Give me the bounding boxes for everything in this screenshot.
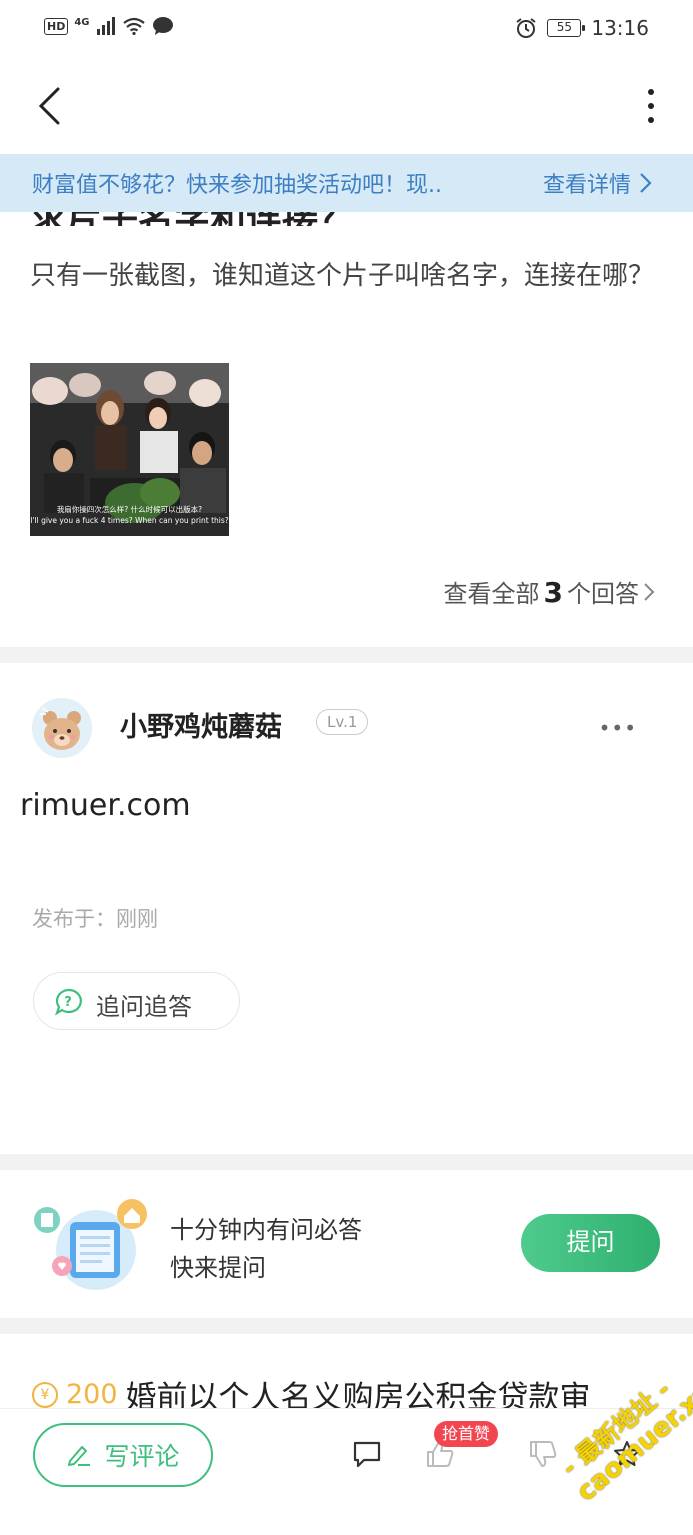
status-left: HD 4G: [44, 16, 174, 36]
battery-indicator: 55: [547, 19, 586, 37]
level-badge: Lv.1: [316, 709, 369, 735]
pencil-icon: [68, 1446, 91, 1466]
status-bar: HD 4G 55 13:16: [0, 0, 693, 60]
banner-message: 财富值不够花？快来参加抽奖活动吧！现..: [32, 173, 442, 198]
back-arrow-icon[interactable]: [36, 86, 66, 126]
view-all-answers-link[interactable]: 查看全部 3 个回答: [444, 574, 655, 609]
section-divider: [0, 1154, 693, 1170]
chevron-right-icon: [640, 173, 652, 193]
followup-button[interactable]: ? 追问追答: [33, 972, 240, 1030]
wifi-icon: [122, 17, 145, 35]
svg-text:?: ?: [64, 995, 72, 1010]
ask-illustration-icon: [34, 1199, 147, 1290]
ask-headline: 十分钟内有问必答: [170, 1216, 362, 1244]
comment-icon[interactable]: [352, 1439, 382, 1469]
answerer-name[interactable]: 小野鸡炖蘑菇: [120, 705, 282, 744]
coin-icon: ¥: [32, 1381, 58, 1408]
answer-more-button[interactable]: •••: [599, 716, 637, 740]
followup-label: 追问追答: [96, 993, 192, 1021]
answer-content: rimuer.com: [20, 788, 191, 823]
view-all-suffix: 个回答: [567, 580, 639, 608]
image-subtitle-cn: 我扇你操四次怎么样? 什么时候可以出版本?: [56, 505, 203, 514]
write-comment-button[interactable]: 写评论: [33, 1423, 213, 1487]
question-image[interactable]: 我扇你操四次怎么样? 什么时候可以出版本? I'll give you a fu…: [30, 363, 229, 536]
reward-amount: 200: [66, 1379, 118, 1410]
more-vertical-icon[interactable]: [647, 88, 655, 124]
ask-button[interactable]: 提问: [521, 1214, 660, 1272]
image-subtitle-en: I'll give you a fuck 4 times? When can y…: [30, 516, 229, 525]
message-icon: [152, 17, 173, 35]
question-bubble-icon: ?: [55, 988, 82, 1016]
write-comment-label: 写评论: [104, 1442, 180, 1471]
signal-icon: [96, 17, 115, 35]
bear-avatar-icon: [32, 698, 92, 758]
question-body: 只有一张截图，谁知道这个片子叫啥名字，连接在哪？: [30, 261, 655, 291]
ask-question-card: 十分钟内有问必答 快来提问 提问: [0, 1170, 693, 1318]
hd-indicator: HD: [44, 17, 69, 35]
publish-time: 发布于：刚刚: [32, 907, 158, 931]
chevron-right-icon: [644, 583, 655, 601]
section-divider: [0, 647, 693, 663]
banner-link-label: 查看详情: [542, 173, 631, 198]
banner-detail-link[interactable]: 查看详情: [543, 167, 653, 199]
view-all-prefix: 查看全部: [443, 580, 540, 608]
ask-subline: 快来提问: [170, 1254, 266, 1282]
status-right: 55 13:16: [515, 16, 649, 40]
clock: 13:16: [591, 16, 649, 40]
section-divider: [0, 1318, 693, 1334]
first-like-badge: 抢首赞: [434, 1421, 499, 1447]
top-nav: [0, 60, 693, 154]
promo-banner[interactable]: 财富值不够花？快来参加抽奖活动吧！现.. 查看详情: [0, 154, 693, 212]
avatar[interactable]: [32, 698, 92, 758]
network-type: 4G: [74, 16, 90, 28]
alarm-icon: [516, 18, 536, 38]
answer-count: 3: [543, 576, 563, 609]
